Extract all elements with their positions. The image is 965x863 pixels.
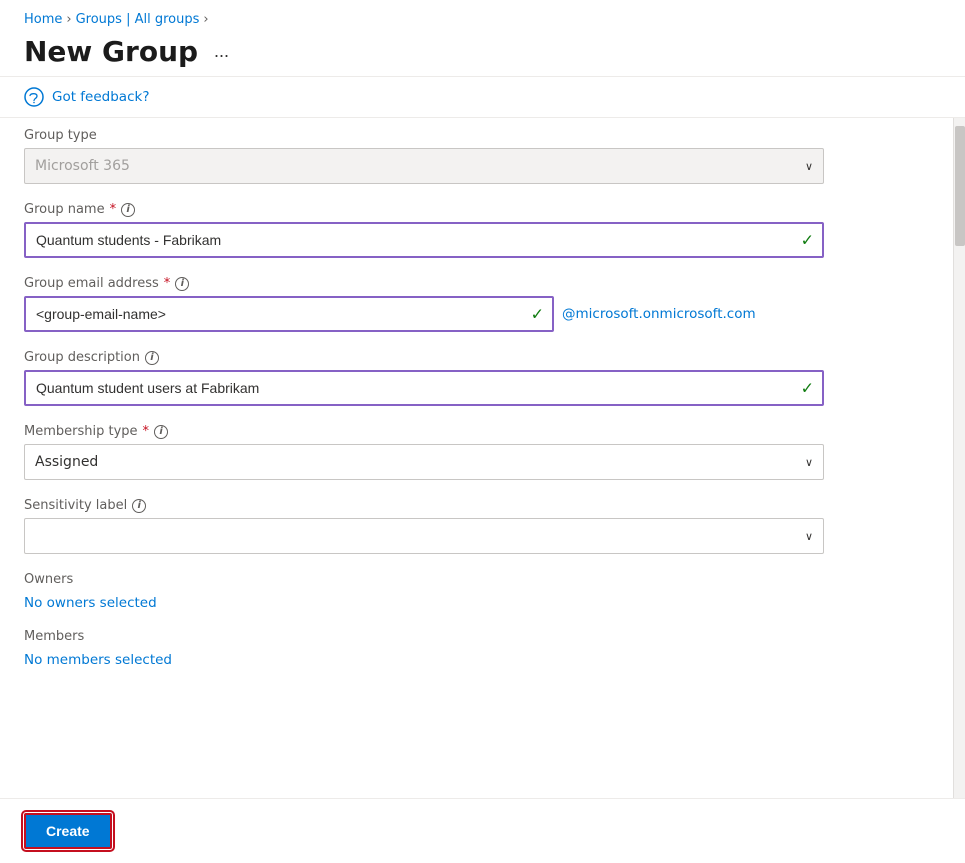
group-name-label: Group name * i [24,202,921,217]
group-name-field: Group name * i ✓ [24,202,921,258]
group-email-label: Group email address * i [24,276,921,291]
group-email-field: Group email address * i ✓ @microsoft.onm… [24,276,921,332]
group-description-field: Group description i ✓ [24,350,921,406]
group-type-value: Microsoft 365 [35,158,130,174]
group-name-required: * [110,202,117,217]
group-description-input-container: ✓ [24,370,824,406]
breadcrumb-home[interactable]: Home [24,12,62,27]
membership-type-value: Assigned [35,454,98,470]
breadcrumb-sep1: › [66,12,71,27]
group-type-field: Group type Microsoft 365 ∨ [24,128,921,184]
membership-type-chevron-icon: ∨ [805,456,813,469]
scrollbar-track[interactable] [953,118,965,798]
breadcrumb-sep2: › [203,12,208,27]
membership-type-required: * [143,424,150,439]
ellipsis-button[interactable]: ... [208,37,235,66]
group-type-chevron-icon: ∨ [805,160,813,173]
group-email-suffix: @microsoft.onmicrosoft.com [562,306,756,322]
scrollbar-thumb[interactable] [955,126,965,246]
group-email-check-icon: ✓ [531,305,544,324]
membership-type-select[interactable]: Assigned ∨ [24,444,824,480]
group-description-label: Group description i [24,350,921,365]
group-email-required: * [164,276,171,291]
owners-section: Owners No owners selected [24,572,921,611]
feedback-icon [24,87,44,107]
membership-type-field: Membership type * i Assigned ∨ [24,424,921,480]
sensitivity-label-field: Sensitivity label i ∨ [24,498,921,554]
members-section: Members No members selected [24,629,921,668]
page-title-row: New Group ... [0,31,965,76]
group-type-select[interactable]: Microsoft 365 ∨ [24,148,824,184]
feedback-bar[interactable]: Got feedback? [0,77,965,117]
create-button[interactable]: Create [24,813,112,849]
group-email-input[interactable] [24,296,554,332]
group-name-input-container: ✓ [24,222,824,258]
membership-type-info-icon: i [154,425,168,439]
page-title: New Group [24,35,198,68]
members-label: Members [24,629,921,644]
group-description-info-icon: i [145,351,159,365]
feedback-label: Got feedback? [52,89,150,105]
bottom-bar: Create [0,798,965,863]
no-owners-link[interactable]: No owners selected [24,595,157,611]
group-description-check-icon: ✓ [801,379,814,398]
breadcrumb-groups[interactable]: Groups | All groups [76,12,200,27]
group-name-check-icon: ✓ [801,231,814,250]
group-email-input-container: ✓ [24,296,554,332]
group-name-input[interactable] [24,222,824,258]
content-area: Group type Microsoft 365 ∨ Group name * … [0,118,965,798]
breadcrumb: Home › Groups | All groups › [0,0,965,31]
group-name-info-icon: i [121,203,135,217]
no-members-link[interactable]: No members selected [24,652,172,668]
group-type-label: Group type [24,128,921,143]
sensitivity-label-info-icon: i [132,499,146,513]
form-panel: Group type Microsoft 365 ∨ Group name * … [0,118,953,798]
group-description-input[interactable] [24,370,824,406]
group-email-input-wrapper: ✓ @microsoft.onmicrosoft.com [24,296,824,332]
sensitivity-label-select[interactable]: ∨ [24,518,824,554]
owners-label: Owners [24,572,921,587]
group-email-info-icon: i [175,277,189,291]
membership-type-label: Membership type * i [24,424,921,439]
sensitivity-label-chevron-icon: ∨ [805,530,813,543]
sensitivity-label-label: Sensitivity label i [24,498,921,513]
